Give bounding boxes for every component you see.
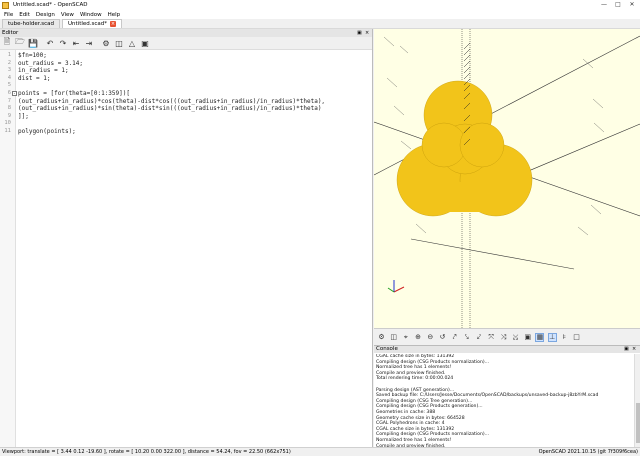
line-number: 3 <box>7 67 11 74</box>
code-text: out_radius = 3.14; <box>18 59 84 67</box>
view-top-icon[interactable]: ⤥ <box>462 333 471 342</box>
tab-untitled[interactable]: Untitled.scad* × <box>62 19 123 28</box>
view-left-icon[interactable]: ⤧ <box>487 333 496 342</box>
render-icon[interactable]: ◫ <box>114 38 124 48</box>
line-number: 7 <box>7 97 11 104</box>
code-text: polygon(points); <box>18 128 76 135</box>
console-title: Console <box>376 346 398 352</box>
window-title: Untitled.scad* - OpenSCAD <box>13 2 88 8</box>
redo-icon[interactable]: ↷ <box>58 38 68 48</box>
code-text: (out_radius+in_radius)*cos(theta)-dist*c… <box>18 97 326 105</box>
code-text: in_radius = 1; <box>18 67 69 75</box>
scroll-thumb[interactable] <box>636 403 640 443</box>
openscad-logo-icon <box>2 1 9 9</box>
zoom-in-icon[interactable]: ⊕ <box>414 333 423 342</box>
code-text: dist = 1; <box>18 74 51 82</box>
code-text: $fn=100; <box>18 52 47 59</box>
menu-file[interactable]: File <box>4 12 13 18</box>
render-view-icon[interactable]: ◫ <box>389 333 398 342</box>
indent-icon[interactable]: ⇥ <box>84 38 94 48</box>
console-header: Console ▣ × <box>374 346 640 353</box>
close-console-icon[interactable]: × <box>632 346 636 353</box>
title-bar: Untitled.scad* - OpenSCAD — □ ✕ <box>0 0 640 10</box>
line-number: 6 <box>7 90 11 96</box>
editor-header: Editor ▣ × <box>0 29 372 37</box>
menu-bar: File Edit Design View Window Help <box>0 10 640 19</box>
preview-view-icon[interactable]: ⚙ <box>377 333 386 342</box>
undo-icon[interactable]: ↶ <box>45 38 55 48</box>
console-panel: Console ▣ × CGAL cache size in bytes: 13… <box>374 345 640 447</box>
reset-view-icon[interactable]: ↺ <box>438 333 447 342</box>
status-bar: Viewport: translate = [ 3.44 0.12 -19.60… <box>0 447 640 456</box>
open-file-icon[interactable]: 🗁 <box>15 37 25 48</box>
3d-viewport[interactable] <box>374 29 640 328</box>
show-scale-icon[interactable]: ⊧ <box>560 333 569 342</box>
zoom-all-icon[interactable]: ⌖ <box>401 333 410 342</box>
export-stl-icon[interactable]: △ <box>127 38 137 48</box>
tab-label: tube-holder.scad <box>8 20 55 27</box>
editor-title: Editor <box>2 30 19 36</box>
line-number: 9 <box>7 112 11 119</box>
menu-edit[interactable]: Edit <box>19 12 30 18</box>
close-panel-icon[interactable]: × <box>365 29 369 37</box>
code-editor[interactable]: 1 $fn=100; 2 out_radius = 3.14; 3 in_radius =… <box>0 50 372 447</box>
version-info: OpenSCAD 2021.10.15 (git 7f309f6cea) <box>538 449 638 455</box>
view-bottom-icon[interactable]: ⤦ <box>475 333 484 342</box>
editor-panel: Editor ▣ × 🗎 🗁 💾 ↶ ↷ ⇤ ⇥ ⚙ ◫ △ ▣ 1 $fn=10… <box>0 29 373 447</box>
console-line: Saved backup file: C:/Users/Jesse/Docume… <box>376 393 599 399</box>
perspective-icon[interactable]: ▦ <box>535 332 545 342</box>
line-number: 4 <box>7 74 11 81</box>
line-number: 8 <box>7 105 11 112</box>
tab-tube-holder[interactable]: tube-holder.scad <box>2 19 61 28</box>
line-number: 1 <box>7 52 11 58</box>
code-text: ]]; <box>18 112 29 120</box>
file-tabs: tube-holder.scad Untitled.scad* × <box>0 19 640 29</box>
close-tab-icon[interactable]: × <box>110 21 117 27</box>
float-panel-icon[interactable]: ▣ <box>357 29 362 37</box>
fold-marker-icon[interactable]: - <box>12 91 17 96</box>
line-number: 11 <box>4 128 11 134</box>
console-scrollbar[interactable] <box>634 354 640 447</box>
minimize-icon[interactable]: — <box>597 0 611 10</box>
view-diagonal-icon[interactable]: ▣ <box>523 333 532 342</box>
view-toolbar: ⚙ ◫ ⌖ ⊕ ⊖ ↺ ⤤ ⤥ ⤦ ⤧ ⤨ ⤩ ▣ ▦ ⊥ ⊧ □ <box>374 328 640 345</box>
menu-design[interactable]: Design <box>36 12 55 18</box>
editor-toolbar: 🗎 🗁 💾 ↶ ↷ ⇤ ⇥ ⚙ ◫ △ ▣ <box>0 37 372 50</box>
send-to-print-icon[interactable]: ▣ <box>140 38 150 48</box>
zoom-out-icon[interactable]: ⊖ <box>426 333 435 342</box>
code-text: points = [for(theta=[0:1:359])[ <box>18 90 130 97</box>
line-number: 5 <box>7 82 11 89</box>
save-icon[interactable]: 💾 <box>28 38 38 48</box>
view-front-icon[interactable]: ⤨ <box>499 333 508 342</box>
new-file-icon[interactable]: 🗎 <box>2 37 12 48</box>
menu-window[interactable]: Window <box>80 12 102 18</box>
preview-icon[interactable]: ⚙ <box>101 38 111 48</box>
viewport-scene <box>374 29 640 328</box>
line-number: 2 <box>7 59 11 66</box>
show-axes-icon[interactable]: ⊥ <box>547 332 557 342</box>
menu-view[interactable]: View <box>61 12 74 18</box>
code-text: (out_radius+in_radius)*sin(theta)-dist*s… <box>18 105 322 113</box>
line-number: 10 <box>4 120 11 127</box>
view-right-icon[interactable]: ⤤ <box>450 333 459 342</box>
float-console-icon[interactable]: ▣ <box>624 346 629 353</box>
epitrochoid-shape <box>396 80 533 217</box>
viewport-info: Viewport: translate = [ 3.44 0.12 -19.60… <box>2 449 291 455</box>
view-back-icon[interactable]: ⤩ <box>511 333 520 342</box>
tab-label: Untitled.scad* <box>68 20 108 27</box>
close-window-icon[interactable]: ✕ <box>625 0 639 10</box>
unindent-icon[interactable]: ⇤ <box>71 38 81 48</box>
axis-gizmo <box>387 280 405 293</box>
menu-help[interactable]: Help <box>108 12 121 18</box>
show-edges-icon[interactable]: □ <box>572 333 581 342</box>
maximize-icon[interactable]: □ <box>611 0 625 10</box>
console-output: CGAL cache size in bytes: 131392 Compilin… <box>376 354 634 447</box>
